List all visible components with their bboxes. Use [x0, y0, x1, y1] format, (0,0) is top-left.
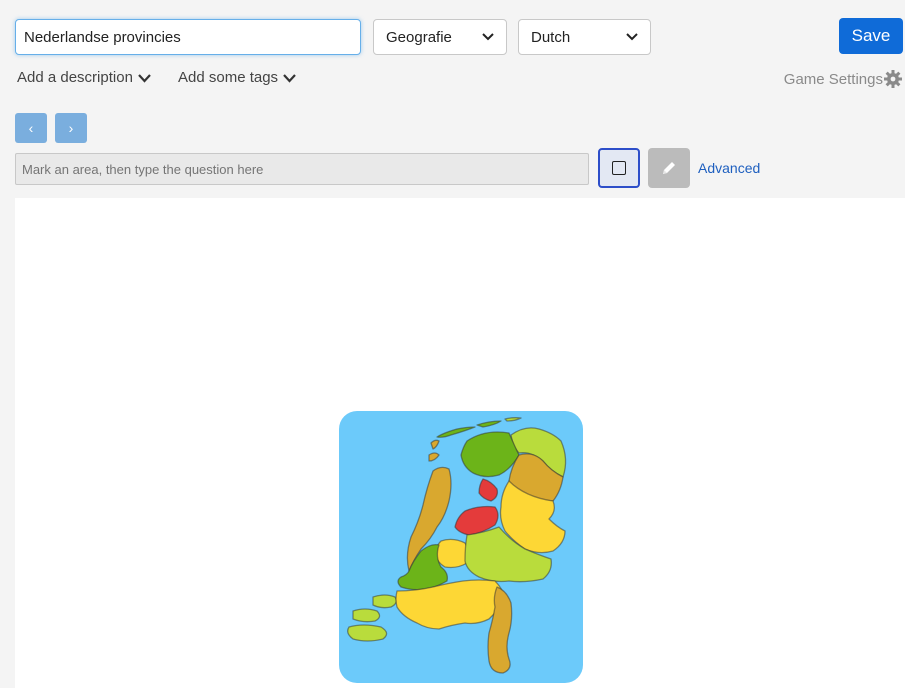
province-zeeland [347, 624, 388, 642]
chevron-down-icon [626, 33, 638, 41]
pencil-tool-button[interactable] [648, 148, 690, 188]
province-zeeland [352, 608, 381, 623]
category-select[interactable]: Geografie [373, 19, 507, 55]
advanced-link[interactable]: Advanced [698, 160, 760, 176]
rectangle-tool-button[interactable] [598, 148, 640, 188]
title-input[interactable] [15, 19, 361, 55]
language-select[interactable]: Dutch [518, 19, 651, 55]
game-settings-link[interactable]: Game Settings [784, 69, 903, 89]
square-icon [612, 161, 626, 175]
next-button[interactable]: › [55, 113, 87, 143]
game-settings-label: Game Settings [783, 70, 883, 88]
add-description-label: Add a description [17, 69, 133, 86]
province-utrecht [434, 538, 470, 569]
chevron-left-icon: ‹ [28, 120, 34, 136]
chevron-down-icon [138, 73, 151, 83]
left-edge [0, 0, 5, 688]
chevron-right-icon: › [68, 120, 74, 136]
language-select-value: Dutch [531, 28, 571, 46]
add-tags-toggle[interactable]: Add some tags [178, 69, 296, 86]
question-input[interactable] [15, 153, 589, 185]
prev-button[interactable]: ‹ [15, 113, 47, 143]
category-select-value: Geografie [386, 28, 452, 46]
chevron-down-icon [482, 33, 494, 41]
add-tags-label: Add some tags [178, 69, 279, 86]
netherlands-map-image[interactable] [339, 411, 583, 683]
save-button[interactable]: Save [839, 18, 903, 54]
province-zeeland [372, 594, 397, 609]
chevron-down-icon [283, 73, 296, 83]
add-description-toggle[interactable]: Add a description [17, 69, 151, 86]
gear-icon [884, 70, 902, 88]
pencil-icon [663, 162, 675, 174]
